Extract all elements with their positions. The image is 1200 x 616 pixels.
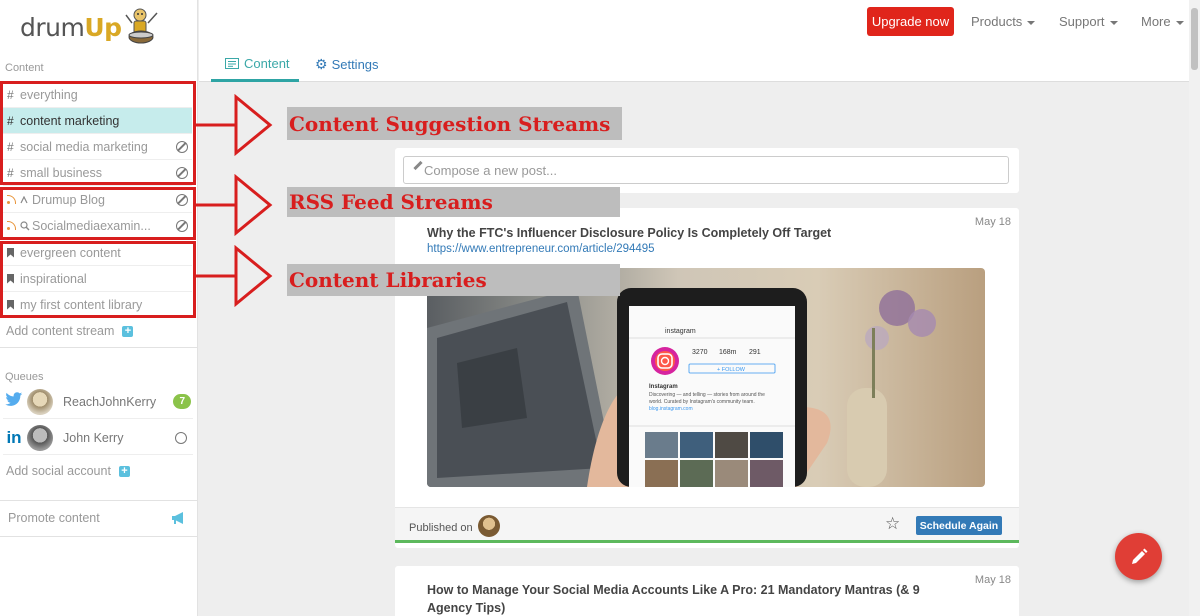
add-social-account-label: Add social account — [6, 464, 111, 478]
phone-bio-line: blog.instagram.com — [649, 406, 693, 412]
caret-down-icon — [1175, 20, 1184, 25]
post-date: May 18 — [974, 574, 1011, 586]
plus-icon: + — [118, 465, 130, 477]
post-card: May 18 How to Manage Your Social Media A… — [395, 566, 1019, 616]
annotation-box-libraries — [0, 241, 196, 318]
post-photo: instagram 3270 168m 291 + FOLLOW Instagr… — [427, 288, 936, 487]
twitter-icon — [3, 391, 25, 412]
phone-bio-title: Instagram — [649, 384, 678, 390]
newspaper-icon — [225, 58, 239, 69]
drummer-mascot-icon — [124, 8, 158, 44]
plus-icon: + — [122, 325, 134, 337]
support-label: Support — [1059, 14, 1105, 29]
caret-down-icon — [1109, 20, 1118, 25]
promote-content-button[interactable]: Promote content — [8, 511, 188, 525]
post-date: May 18 — [974, 216, 1011, 228]
post-title[interactable]: How to Manage Your Social Media Accounts… — [427, 581, 947, 616]
add-social-account-button[interactable]: Add social account + — [6, 464, 130, 478]
phone-bio-line: world. Curated by Instagram's community … — [649, 399, 755, 405]
post-footer: Published on ☆ Schedule Again — [395, 507, 1019, 543]
schedule-again-button[interactable]: Schedule Again — [916, 516, 1002, 535]
promote-content-label: Promote content — [8, 511, 100, 525]
more-menu[interactable]: More — [1141, 14, 1184, 29]
phone-stat-following: 291 — [749, 349, 761, 356]
sidebar-divider — [0, 536, 198, 537]
block-icon[interactable] — [175, 431, 187, 444]
megaphone-icon — [172, 512, 183, 524]
tab-content[interactable]: Content — [225, 56, 290, 71]
annotation-label-libraries: Content Libraries — [287, 264, 620, 296]
queues-section-label: Queues — [5, 371, 44, 383]
post-image[interactable]: instagram 3270 168m 291 + FOLLOW Instagr… — [427, 268, 985, 487]
upgrade-now-button[interactable]: Upgrade now — [867, 7, 954, 36]
sidebar-divider — [0, 500, 198, 501]
queue-account-name: John Kerry — [63, 430, 124, 445]
annotation-arrow — [194, 94, 273, 157]
content-section-label: Content — [5, 62, 44, 74]
queue-account-name: ReachJohnKerry — [63, 394, 157, 409]
compose-fab-button[interactable] — [1115, 533, 1162, 580]
sidebar-divider — [0, 347, 198, 348]
products-label: Products — [971, 14, 1023, 29]
annotation-box-streams — [0, 81, 196, 185]
tab-settings-label: Settings — [331, 57, 379, 72]
tab-content-label: Content — [244, 56, 290, 71]
phone-follow-text: + FOLLOW — [717, 367, 746, 373]
tab-settings[interactable]: ⚙ Settings — [315, 56, 379, 73]
annotation-arrow — [194, 174, 273, 237]
avatar — [27, 388, 53, 415]
scrollbar-track[interactable] — [1189, 0, 1200, 616]
tab-bar: Content ⚙ Settings — [199, 44, 1200, 82]
annotation-label-rss: RSS Feed Streams — [287, 187, 620, 217]
add-content-stream-label: Add content stream — [6, 324, 115, 338]
linkedin-icon: in — [6, 427, 22, 447]
avatar — [477, 515, 500, 537]
published-on-label: Published on — [409, 522, 473, 534]
compose-input[interactable] — [403, 156, 1009, 184]
post-title[interactable]: Why the FTC's Influencer Disclosure Poli… — [427, 224, 947, 242]
annotation-label-streams: Content Suggestion Streams — [287, 107, 622, 140]
gear-icon: ⚙ — [315, 56, 328, 72]
pencil-icon — [1131, 548, 1147, 564]
queue-item-john-kerry[interactable]: in John Kerry — [3, 421, 193, 455]
queue-count-badge: 7 — [173, 394, 191, 409]
annotation-box-rss — [0, 187, 196, 240]
support-menu[interactable]: Support — [1059, 14, 1118, 29]
star-icon[interactable]: ☆ — [885, 514, 900, 534]
phone-stat-followers: 168m — [719, 349, 737, 356]
products-menu[interactable]: Products — [971, 14, 1036, 29]
annotation-arrow — [194, 245, 273, 308]
post-card: May 18 Why the FTC's Influencer Disclosu… — [395, 208, 1019, 548]
logo-text: drumUp — [20, 12, 122, 42]
queue-item-reachjohnkerry[interactable]: ReachJohnKerry 7 — [3, 385, 193, 419]
published-on: Published on — [409, 515, 500, 537]
scrollbar-thumb[interactable] — [1191, 8, 1198, 70]
top-navbar: Upgrade now Products Support More — [199, 0, 1200, 44]
drumup-logo[interactable]: drumUp — [20, 6, 160, 48]
phone-header-text: instagram — [665, 328, 696, 335]
avatar — [27, 424, 53, 451]
add-content-stream-button[interactable]: Add content stream + — [6, 324, 134, 338]
active-tab-indicator — [211, 79, 299, 82]
post-link[interactable]: https://www.entrepreneur.com/article/294… — [427, 243, 655, 255]
more-label: More — [1141, 14, 1171, 29]
phone-bio-line: Discovering — and telling — stories from… — [649, 392, 765, 398]
caret-down-icon — [1027, 20, 1036, 25]
phone-stat-posts: 3270 — [692, 349, 708, 356]
